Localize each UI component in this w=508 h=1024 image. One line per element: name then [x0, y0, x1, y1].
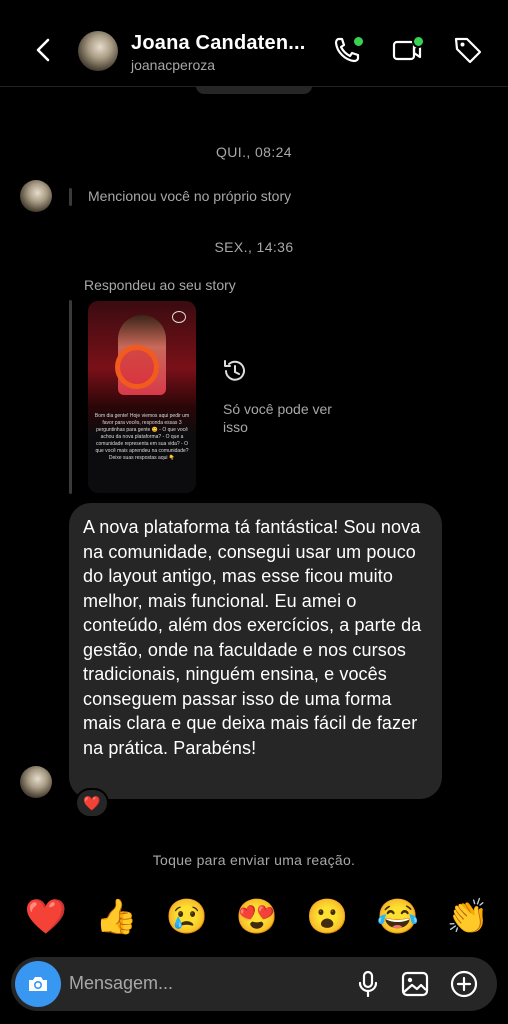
story-preview[interactable]: Bom dia gente! Hoje viemos aqui pedir um…: [88, 301, 196, 493]
message-reaction[interactable]: ❤️: [75, 788, 109, 818]
timestamp: QUI., 08:24: [216, 144, 292, 160]
clapping-emoji-button[interactable]: 👏: [446, 895, 490, 939]
laughing-emoji-button[interactable]: 😂: [376, 895, 420, 939]
online-indicator: [352, 35, 365, 48]
heart-eyes-emoji-button[interactable]: 😍: [235, 895, 279, 939]
story-logo: [172, 311, 186, 323]
contact-username[interactable]: joanacperoza: [131, 57, 215, 73]
message-composer: Mensagem...: [11, 957, 497, 1011]
heart-emoji-button[interactable]: ❤️: [24, 895, 68, 939]
history-icon: [224, 360, 245, 381]
reply-note: Respondeu ao seu story: [84, 277, 236, 293]
chat-header: Joana Candaten... joanacperoza: [0, 0, 508, 87]
reaction-bar: ❤️ 👍 😢 😍 😮 😂 👏: [24, 895, 490, 939]
back-arrow-icon[interactable]: [30, 36, 58, 64]
plus-icon[interactable]: [448, 968, 480, 1000]
heart-reaction-icon: ❤️: [83, 795, 101, 811]
surprised-emoji-button[interactable]: 😮: [305, 895, 349, 939]
reply-line: [69, 300, 72, 494]
camera-icon: [29, 977, 47, 991]
timestamp: SEX., 14:36: [214, 239, 294, 255]
story-text: Bom dia gente! Hoje viemos aqui pedir um…: [94, 413, 190, 461]
avatar[interactable]: [20, 766, 52, 798]
reaction-hint: Toque para enviar uma reação.: [152, 852, 356, 868]
microphone-icon[interactable]: [352, 968, 384, 1000]
privacy-text: Só você pode ver isso: [223, 401, 332, 435]
contact-name[interactable]: Joana Candaten...: [131, 32, 306, 55]
tag-icon[interactable]: [452, 34, 484, 66]
avatar[interactable]: [78, 31, 118, 71]
thumbs-up-emoji-button[interactable]: 👍: [94, 895, 138, 939]
story-ring: [115, 345, 159, 389]
gallery-icon[interactable]: [399, 968, 431, 1000]
mention-note[interactable]: Mencionou você no próprio story: [88, 188, 291, 204]
camera-button[interactable]: [15, 961, 61, 1007]
message-text: A nova plataforma tá fantástica! Sou nov…: [83, 517, 422, 758]
online-indicator: [412, 35, 425, 48]
previous-message-stub: [196, 86, 312, 94]
crying-emoji-button[interactable]: 😢: [165, 895, 209, 939]
mention-line: [69, 188, 72, 206]
avatar[interactable]: [20, 180, 52, 212]
message-bubble[interactable]: A nova plataforma tá fantástica! Sou nov…: [69, 503, 442, 799]
message-input[interactable]: Mensagem...: [69, 973, 173, 994]
